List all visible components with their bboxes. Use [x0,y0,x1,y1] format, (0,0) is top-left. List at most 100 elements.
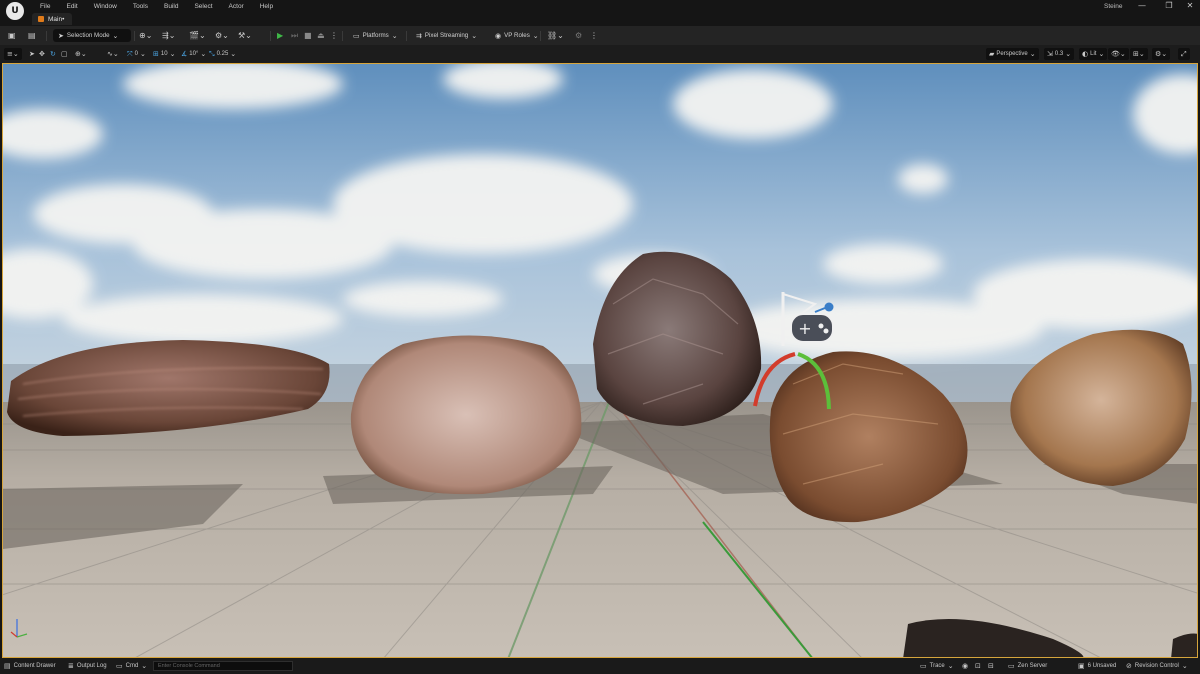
scale-snap-toggle[interactable]: ⤡ 0.25 ⌄ [206,48,239,60]
unsaved-icon: ▣ [1078,662,1085,670]
chevron-down-icon: ⌄ [1029,50,1036,58]
maximize-button[interactable]: ❐ [1159,1,1179,11]
add-actor-icon[interactable]: ⊕⌄ [139,30,152,41]
viewport-settings-icon[interactable]: ⚙⌄ [1152,48,1171,60]
camera-icon: ▰ [989,50,995,58]
level-tab-label: Main• [48,15,65,23]
menu-build[interactable]: Build [156,1,186,12]
rotation-snap-value: 0 [134,51,138,57]
view-mode-dropdown[interactable]: ◐ Lit ⌄ [1079,48,1108,60]
surface-snap-toggle[interactable]: ∿⌄ [104,48,122,60]
settings-icon[interactable]: ⚙ [575,30,582,41]
menu-file[interactable]: File [32,1,58,12]
angle-snap-value: 10° [189,51,199,57]
output-log-label: Output Log [76,663,107,669]
cinematics-icon[interactable]: 🎬⌄ [189,30,206,41]
blueprint-icon[interactable]: ⇶⌄ [162,30,175,41]
close-button[interactable]: ✕ [1180,1,1200,11]
selection-mode-dropdown[interactable]: ➤ Selection Mode ⌄ [53,29,131,42]
console-command-input[interactable]: Enter Console Command [153,661,293,671]
zen-server-icon: ▭ [1008,662,1015,670]
perspective-dropdown[interactable]: ▰ Perspective ⌄ [986,48,1039,60]
bookmark-icon[interactable]: ⊟ [988,660,994,672]
zen-server-label: Zen Server [1017,663,1048,669]
cmd-dropdown[interactable]: ▭ Cmd ⌄ [116,660,147,672]
chevron-down-icon: ⌄ [391,31,398,40]
pixel-streaming-dropdown[interactable]: ⇉ Pixel Streaming ⌄ [411,29,482,42]
menu-edit[interactable]: Edit [58,1,85,12]
angle-snap-toggle[interactable]: ∡ 10° ⌄ [178,48,209,60]
rotation-snap-toggle[interactable]: ⤧ 0 ⌄ [124,48,149,60]
viewport-toolbar: ≡⌄ ➤ ✥ ↻ ▢ ⊕⌄ ∿⌄ ⤧ 0 ⌄ ⊞ 10 ⌄ ∡ 10° ⌄ ⤡ … [0,45,1200,63]
scene-render[interactable]: + [3,64,1198,658]
unsaved-button[interactable]: ▣ 6 Unsaved [1078,660,1116,672]
skip-icon[interactable]: ⏭ [291,30,298,41]
viewport-options-dropdown[interactable]: ≡⌄ [4,48,22,60]
camera-speed-dropdown[interactable]: ⇲ 0.3 ⌄ [1044,48,1075,60]
eject-icon[interactable]: ⏏ [317,30,325,41]
chevron-down-icon: ⌄ [139,50,146,58]
scale-snap-value: 0.25 [216,51,229,57]
toolbar-more-icon[interactable]: ⋮ [590,30,598,41]
pixel-streaming-icon: ⇉ [416,31,422,40]
unreal-logo-icon[interactable]: U [6,2,24,20]
zen-server-button[interactable]: ▭ Zen Server [1008,660,1047,672]
source-control-icon[interactable]: ⛓⌄ [547,30,564,41]
angle-snap-icon: ∡ [181,50,188,58]
more-options-icon[interactable]: ⋮ [330,30,338,41]
pixel-streaming-label: Pixel Streaming [424,32,469,39]
chevron-down-icon: ⌄ [532,31,539,40]
show-flags-icon[interactable]: 👁⌄ [1108,48,1129,60]
revision-control-dropdown[interactable]: ⊘ Revision Control ⌄ [1126,660,1188,672]
level-viewport[interactable]: + [2,63,1198,658]
scale-tool-icon[interactable]: ▢ [58,48,71,60]
main-menu: File Edit Window Tools Build Select Acto… [32,1,281,12]
revision-control-icon: ⊘ [1126,662,1132,670]
menu-window[interactable]: Window [86,1,125,12]
menu-actor[interactable]: Actor [221,1,252,12]
chevron-down-icon: ⌄ [1098,50,1105,58]
unsaved-label: 6 Unsaved [1087,663,1117,669]
level-tab[interactable]: Main• [32,13,73,25]
screenshot-icon[interactable]: ⊡ [975,660,981,672]
revision-control-label: Revision Control [1134,663,1179,669]
trace-dropdown[interactable]: ▭ Trace ⌄ [920,660,954,672]
grid-snap-value: 10 [160,51,168,57]
content-browser-icon[interactable]: ▤ [28,30,36,41]
rotation-snap-icon: ⤧ [127,49,133,58]
menu-select[interactable]: Select [186,1,220,12]
minimize-button[interactable]: — [1132,1,1152,11]
platforms-label: Platforms [362,32,389,39]
layout-icon[interactable]: ⊞⌄ [1130,48,1148,60]
cursor-icon: ➤ [58,31,64,40]
world-local-icon[interactable]: ⊕⌄ [72,48,90,60]
main-toolbar: ▣ ▤ ➤ Selection Mode ⌄ ⊕⌄ ⇶⌄ 🎬⌄ ⚙⌄ ⚒⌄ ▶ … [0,26,1200,45]
platforms-dropdown[interactable]: ▭ Platforms ⌄ [348,29,403,42]
status-bar: ▤ Content Drawer ≣ Output Log ▭ Cmd ⌄ En… [0,658,1200,674]
output-log-button[interactable]: ≣ Output Log [68,660,107,672]
content-drawer-button[interactable]: ▤ Content Drawer [4,660,56,672]
grid-snap-toggle[interactable]: ⊞ 10 ⌄ [150,48,178,60]
record-icon[interactable]: ◉ [962,660,968,672]
play-icon[interactable]: ▶ [277,30,283,41]
vp-roles-icon: ◉ [495,31,502,40]
save-icon[interactable]: ▣ [8,30,16,41]
content-drawer-icon: ▤ [4,662,11,670]
platforms-icon: ▭ [353,31,360,40]
maximize-viewport-icon[interactable]: ⤢ [1178,48,1190,60]
modeling-icon[interactable]: ⚒⌄ [238,30,252,41]
rock-2[interactable] [350,335,582,495]
chevron-down-icon: ⌄ [471,31,478,40]
level-icon [38,16,44,22]
build-icon[interactable]: ⚙⌄ [215,30,229,41]
scale-snap-icon: ⤡ [209,49,215,58]
chevron-down-icon: ⌄ [1181,662,1188,670]
menu-help[interactable]: Help [252,1,281,12]
vp-roles-dropdown[interactable]: ◉ VP Roles ⌄ [490,29,544,42]
view-mode-label: Lit [1090,51,1097,57]
stop-icon[interactable]: ■ [304,30,312,41]
menu-tools[interactable]: Tools [125,1,156,12]
chevron-down-icon: ⌄ [947,662,954,670]
surface-snap-icon: ∿⌄ [107,50,119,58]
chevron-down-icon: ⌄ [112,31,119,40]
